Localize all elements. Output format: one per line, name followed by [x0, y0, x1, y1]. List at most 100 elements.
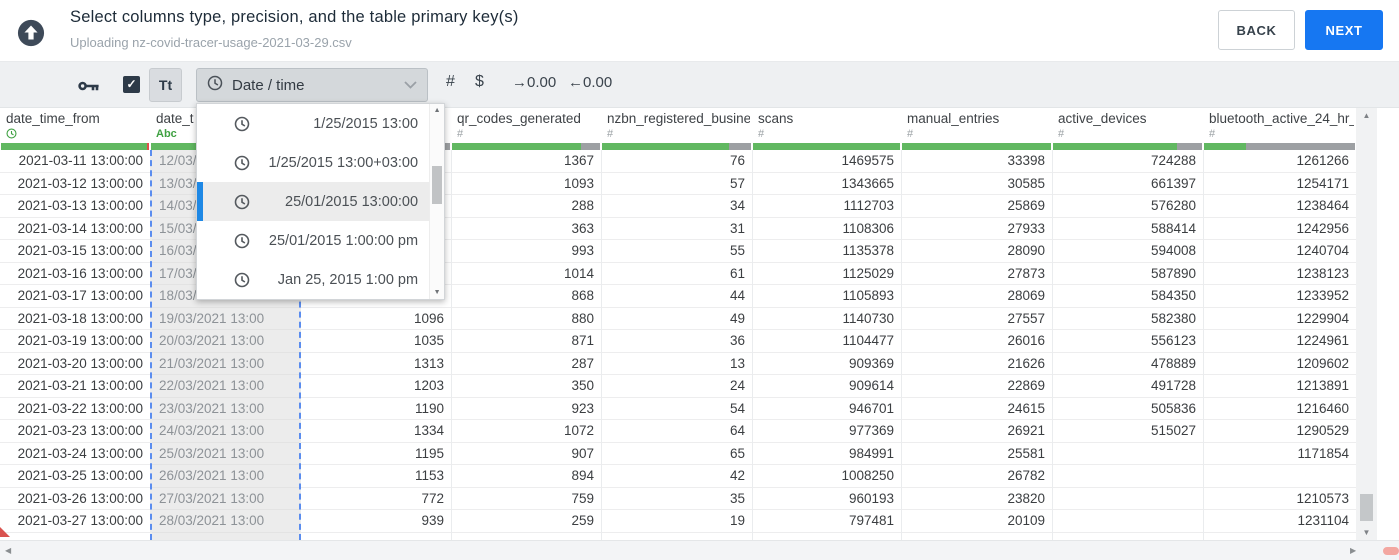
table-cell: 2021-03-27 13:00:00 [0, 510, 150, 533]
table-cell: 1233952 [1204, 285, 1356, 308]
table-cell: 1231104 [1204, 510, 1356, 533]
column-quality-bar [753, 143, 900, 150]
dropdown-option[interactable]: 25/01/2015 13:00:00 [197, 182, 430, 221]
increase-decimals-button[interactable]: →0.00 [512, 74, 556, 91]
table-cell [1204, 465, 1356, 488]
table-cell: 1209602 [1204, 353, 1356, 375]
column-name: nzbn_registered_busine [607, 111, 750, 126]
column-header-manual_entries[interactable]: manual_entries # [901, 108, 1052, 143]
column-type-select[interactable]: Date / time [196, 68, 428, 102]
text-type-button[interactable]: Tt [149, 68, 182, 102]
table-cell: 1093 [452, 173, 601, 195]
decrease-decimals-button[interactable]: ←0.00 [568, 74, 612, 91]
table-cell: 2021-03-23 13:00:00 [0, 420, 150, 443]
table-cell: 259 [452, 510, 601, 533]
dropdown-option[interactable]: 1/25/2015 13:00 [197, 104, 429, 143]
table-cell: 587890 [1053, 263, 1203, 285]
primary-key-icon[interactable] [78, 79, 101, 98]
column-quality-bar [1053, 143, 1202, 150]
table-cell: 23/03/2021 13:00 [152, 398, 299, 420]
vertical-scrollbar-thumb[interactable] [1360, 494, 1373, 521]
column-name: active_devices [1058, 111, 1147, 126]
column-header-bluetooth_active_24_hr_[interactable]: bluetooth_active_24_hr_ # [1203, 108, 1356, 143]
table-cell: 515027 [1053, 420, 1203, 443]
table-cell: 363 [452, 218, 601, 240]
table-cell: 20/03/2021 13:00 [152, 330, 299, 353]
column-header-nzbn_registered_busine[interactable]: nzbn_registered_busine # [601, 108, 752, 143]
table-cell: 1112703 [753, 195, 901, 218]
table-cell: 1240704 [1204, 240, 1356, 263]
table-cell: 1105893 [753, 285, 901, 308]
table-cell: 19 [602, 510, 752, 533]
column-name: qr_codes_generated [457, 111, 581, 126]
table-cell: 2021-03-19 13:00:00 [0, 330, 150, 353]
scroll-left-icon[interactable]: ◀ [5, 546, 11, 555]
clock-icon [234, 233, 250, 249]
table-cell: 960193 [753, 488, 901, 510]
table-cell: 25869 [902, 195, 1052, 218]
type-toolbar: ✓ Tt Date / time # $ →0.00 ←0.00 [0, 62, 1399, 108]
back-button[interactable]: BACK [1218, 10, 1295, 50]
table-cell [152, 533, 299, 541]
table-cell: 1135378 [753, 240, 901, 263]
table-cell: 26921 [902, 420, 1052, 443]
column-header-date_time_from[interactable]: date_time_from [0, 108, 150, 143]
table-cell: 30585 [902, 173, 1052, 195]
vertical-scrollbar[interactable]: ▲ ▼ [1356, 108, 1377, 540]
table-cell: 2021-03-24 13:00:00 [0, 443, 150, 465]
column-header-active_devices[interactable]: active_devices # [1052, 108, 1203, 143]
table-cell: 1096 [301, 308, 451, 330]
next-button[interactable]: NEXT [1305, 10, 1383, 50]
clock-icon [234, 116, 250, 132]
table-cell: 42 [602, 465, 752, 488]
table-cell: 31 [602, 218, 752, 240]
clock-type-icon [6, 127, 148, 140]
scroll-down-icon[interactable]: ▼ [1356, 528, 1377, 537]
horizontal-scrollbar[interactable]: ◀ ▶ [0, 540, 1399, 560]
table-cell: 1229904 [1204, 308, 1356, 330]
column-header-qr_codes_generated[interactable]: qr_codes_generated # [451, 108, 601, 143]
table-cell: 1140730 [753, 308, 901, 330]
dropdown-option[interactable]: 1/25/2015 13:00+03:00 [197, 143, 429, 182]
scroll-up-icon[interactable]: ▲ [430, 107, 444, 114]
table-cell: 584350 [1053, 285, 1203, 308]
dropdown-option-list: 1/25/2015 13:00 1/25/2015 13:00+03:00 25/0… [197, 104, 430, 299]
table-cell: 28090 [902, 240, 1052, 263]
scroll-up-icon[interactable]: ▲ [1356, 111, 1377, 120]
table-cell: 1014 [452, 263, 601, 285]
table-cell: 478889 [1053, 353, 1203, 375]
table-cell: 27873 [902, 263, 1052, 285]
table-cell: 923 [452, 398, 601, 420]
table-cell: 894 [452, 465, 601, 488]
horizontal-scrollbar-thumb[interactable] [1383, 547, 1399, 555]
scroll-right-icon[interactable]: ▶ [1350, 546, 1356, 555]
integer-type-button[interactable]: # [446, 73, 455, 91]
table-cell: 25/03/2021 13:00 [152, 443, 299, 465]
dropdown-option[interactable]: 25/01/2015 1:00:00 pm [197, 221, 429, 260]
scroll-down-icon[interactable]: ▼ [430, 289, 444, 296]
dropdown-scrollbar[interactable]: ▲ ▼ [429, 104, 444, 299]
table-cell: 1210573 [1204, 488, 1356, 510]
table-cell: 907 [452, 443, 601, 465]
table-cell: 350 [452, 375, 601, 398]
table-cell: 1195 [301, 443, 451, 465]
table-cell: 1104477 [753, 330, 901, 353]
table-cell: 2021-03-16 13:00:00 [0, 263, 150, 285]
currency-type-button[interactable]: $ [475, 73, 484, 91]
table-cell: 1190 [301, 398, 451, 420]
table-cell: 772 [301, 488, 451, 510]
boolean-checkbox-icon[interactable]: ✓ [123, 76, 140, 93]
dropdown-option[interactable]: Jan 25, 2015 1:00 pm [197, 260, 429, 299]
table-cell: 594008 [1053, 240, 1203, 263]
column-header-scans[interactable]: scans # [752, 108, 901, 143]
table-cell [1053, 443, 1203, 465]
table-cell [1053, 533, 1203, 541]
table-cell: 21/03/2021 13:00 [152, 353, 299, 375]
chevron-down-icon [404, 76, 417, 94]
table-cell: 24/03/2021 13:00 [152, 420, 299, 443]
table-cell: 1153 [301, 465, 451, 488]
table-cell: 27557 [902, 308, 1052, 330]
table-cell: 2021-03-11 13:00:00 [0, 150, 150, 173]
table-cell: 1072 [452, 420, 601, 443]
dropdown-scrollbar-thumb[interactable] [432, 166, 443, 204]
